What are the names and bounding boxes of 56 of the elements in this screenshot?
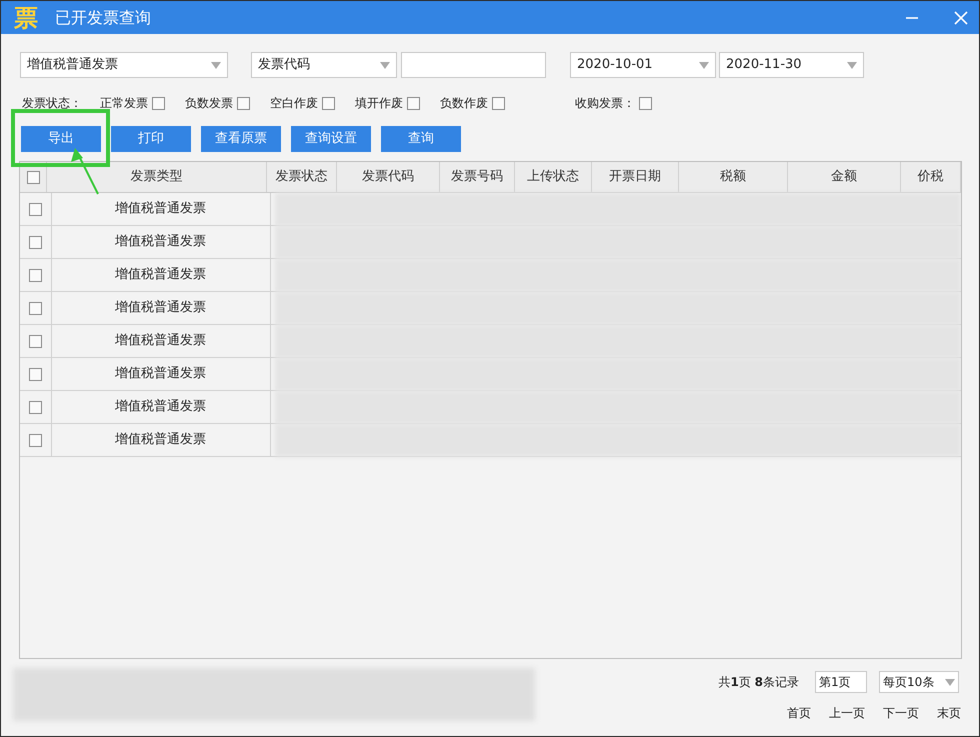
checkbox[interactable] — [28, 400, 42, 414]
action-button[interactable]: 导出 — [21, 126, 101, 152]
column-header[interactable]: 金额 — [788, 162, 901, 192]
checkbox[interactable] — [322, 96, 335, 110]
field-dropdown[interactable]: 发票代码 — [251, 52, 397, 78]
app-logo: 票 — [13, 4, 39, 32]
column-header[interactable]: 发票类型 — [47, 162, 267, 192]
checkbox[interactable] — [237, 96, 250, 110]
action-button[interactable]: 查询设置 — [291, 126, 371, 152]
checkbox[interactable] — [28, 268, 42, 282]
checkbox[interactable] — [407, 96, 420, 110]
close-icon[interactable] — [953, 10, 969, 26]
record-summary: 共1页 8条记录 — [718, 674, 799, 691]
caret-icon — [945, 678, 955, 686]
caret-icon — [211, 62, 221, 68]
checkbox[interactable] — [639, 96, 652, 110]
checkbox[interactable] — [28, 434, 42, 446]
option-label: 收购发票： — [575, 95, 635, 112]
column-header[interactable]: 开票日期 — [592, 162, 679, 192]
page-size-dropdown[interactable]: 每页10条 — [879, 671, 959, 693]
column-header[interactable]: 价税 — [901, 162, 961, 192]
page-link[interactable]: 下一页 — [883, 704, 919, 722]
option-label: 负数发票 — [185, 95, 233, 112]
option-label: 负数作废 — [440, 95, 488, 112]
checkbox[interactable] — [28, 236, 42, 248]
end-date-dropdown[interactable]: 2020-11-30 — [719, 52, 864, 78]
action-button[interactable]: 打印 — [111, 126, 191, 152]
column-header[interactable]: 发票状态 — [267, 162, 337, 192]
column-header[interactable]: 税额 — [679, 162, 788, 192]
checkbox[interactable] — [492, 96, 505, 110]
checkbox[interactable] — [28, 202, 42, 216]
caret-icon — [699, 62, 709, 68]
checkbox[interactable] — [26, 170, 40, 184]
caret-icon — [847, 62, 857, 68]
option-label: 正常发票 — [100, 95, 148, 112]
column-header[interactable]: 上传状态 — [515, 162, 592, 192]
action-button[interactable]: 查看原票 — [201, 126, 281, 152]
checkbox[interactable] — [28, 302, 42, 314]
invoice-type-dropdown[interactable]: 增值税普通发票 — [20, 52, 228, 78]
checkbox[interactable] — [152, 96, 165, 110]
page-link[interactable]: 上一页 — [829, 704, 865, 722]
column-header[interactable]: 发票代码 — [337, 162, 440, 192]
page-link[interactable]: 首页 — [787, 704, 811, 722]
page-dropdown[interactable]: 第1页 — [815, 671, 867, 693]
option-label: 填开作废 — [355, 95, 403, 112]
status-label: 发票状态： — [22, 95, 82, 112]
search-field[interactable] — [401, 52, 546, 78]
checkbox[interactable] — [28, 368, 42, 380]
column-header[interactable]: 发票号码 — [440, 162, 515, 192]
action-button[interactable]: 查询 — [381, 126, 461, 152]
window-title: 已开发票查询 — [55, 6, 152, 28]
page-link[interactable]: 末页 — [937, 704, 961, 722]
caret-icon — [380, 62, 390, 68]
option-label: 空白作废 — [270, 95, 318, 112]
start-date-dropdown[interactable]: 2020-10-01 — [570, 52, 716, 78]
checkbox[interactable] — [28, 334, 42, 348]
